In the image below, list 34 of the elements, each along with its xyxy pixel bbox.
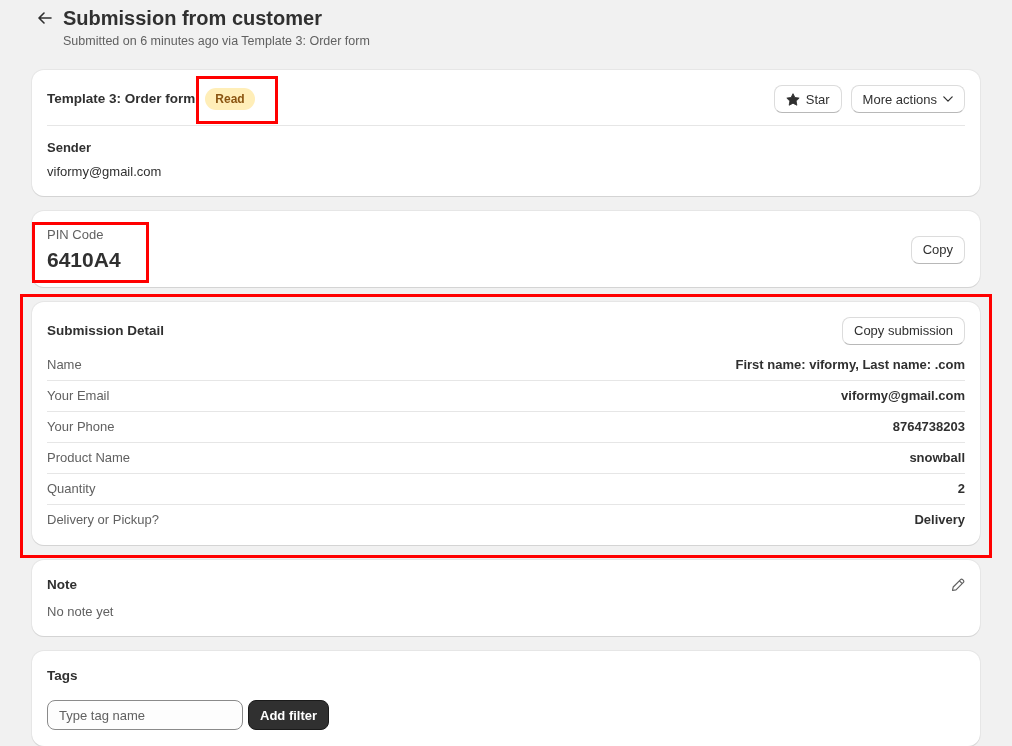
chevron-down-icon [943, 96, 953, 102]
page-title: Submission from customer [63, 6, 322, 30]
field-value: snowball [909, 450, 965, 466]
copy-button[interactable]: Copy [910, 235, 965, 264]
field-label: Your Email [47, 388, 110, 404]
field-label: Delivery or Pickup? [47, 512, 159, 528]
tags-title: Tags [47, 667, 79, 685]
copy-submission-button[interactable]: Copy submission [842, 316, 965, 345]
star-icon [785, 92, 800, 106]
field-value: First name: viformy, Last name: .com [735, 357, 965, 373]
sender-label: Sender [47, 140, 93, 156]
sender-email: viformy@gmail.com [47, 164, 163, 180]
pin-label: PIN Code [47, 227, 104, 243]
detail-title: Submission Detail [47, 321, 165, 340]
star-button[interactable]: Star [773, 85, 842, 113]
more-actions-button[interactable]: More actions [850, 85, 965, 113]
pin-code: 6410A4 [47, 248, 121, 272]
form-title: Template 3: Order form [47, 90, 196, 108]
field-label: Product Name [47, 450, 131, 466]
field-value: 2 [957, 481, 965, 497]
field-value: 8764738203 [892, 419, 965, 435]
note-text: No note yet [47, 604, 115, 620]
field-label: Your Phone [47, 419, 115, 435]
note-title: Note [47, 576, 77, 594]
field-value: viformy@gmail.com [841, 388, 965, 404]
field-label: Quantity [47, 481, 96, 497]
field-value: Delivery [914, 512, 965, 528]
pencil-icon[interactable] [951, 578, 965, 592]
page-subtitle: Submitted on 6 minutes ago via Template 3: Order form [63, 33, 370, 49]
tag-input[interactable]: Type tag name [47, 700, 243, 730]
status-badge: Read [205, 88, 255, 110]
add-filter-button[interactable]: Add filter [248, 700, 330, 730]
back-arrow-icon[interactable] [38, 12, 52, 24]
field-label: Name [47, 357, 82, 373]
